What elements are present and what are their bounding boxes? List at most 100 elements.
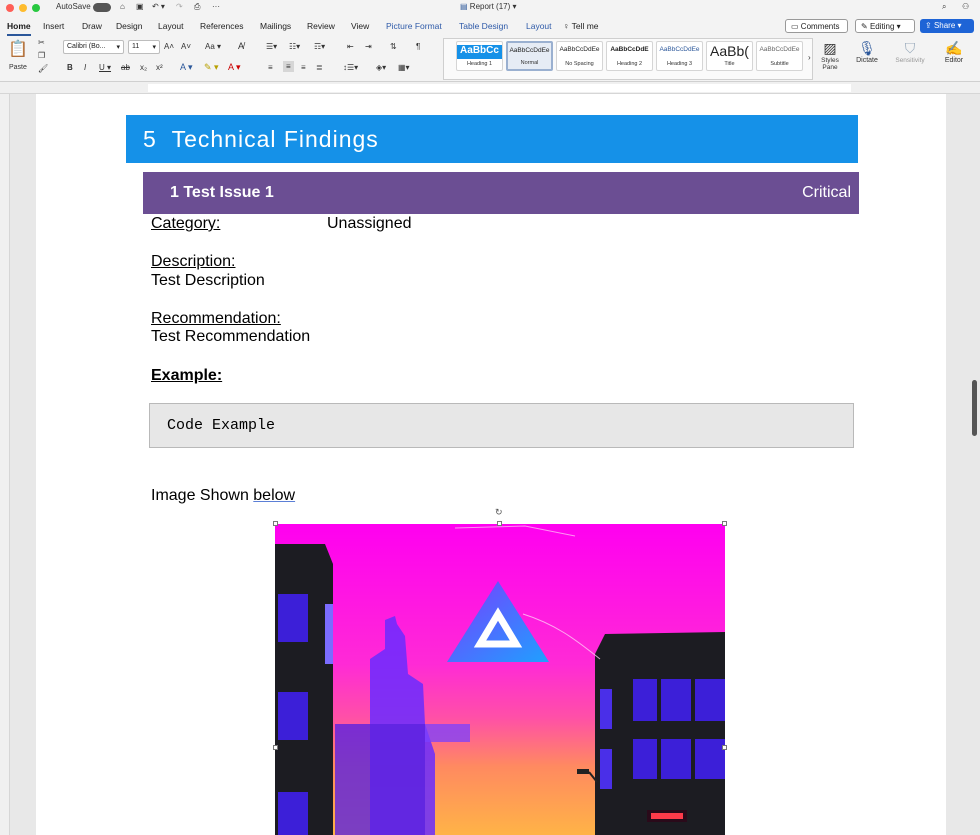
home-icon[interactable]: ⌂ [120,2,125,11]
more-icon[interactable]: ··· [212,2,220,11]
tab-picture-format[interactable]: Picture Format [386,21,442,31]
multilevel-list-icon[interactable]: ☶▾ [314,42,325,51]
print-icon[interactable]: ⎙ [194,2,200,12]
sort-icon[interactable]: ⇅ [390,42,397,51]
style-sample: AaBbCcDdEe [759,46,800,53]
share-button[interactable]: ⇪ Share ▾ [920,19,974,33]
numbering-icon[interactable]: ☷▾ [289,42,300,51]
font-color-icon[interactable]: A ▾ [228,62,241,73]
copy-icon[interactable]: ❐ [38,51,45,60]
show-marks-icon[interactable]: ¶ [416,42,420,51]
city-synthwave-illustration [275,524,725,835]
search-icon[interactable]: ⌕ [942,2,946,12]
style-heading-3[interactable]: AaBbCcDdEe Heading 3 [656,41,703,71]
tab-design[interactable]: Design [116,21,142,31]
tab-layout[interactable]: Layout [158,21,184,31]
change-case-icon[interactable]: Aa ▾ [205,42,221,51]
resize-handle[interactable] [722,745,727,750]
align-right-icon[interactable]: ≡ [301,63,306,72]
editing-mode-button[interactable]: ✎ Editing ▾ [855,19,915,33]
lightbulb-icon: ♀ [563,21,570,31]
embedded-image[interactable] [275,524,725,835]
bullets-icon[interactable]: ☰▾ [266,42,277,51]
comments-button[interactable]: ▭ Comments [785,19,848,33]
text-effects-icon[interactable]: A ▾ [180,62,193,73]
increase-indent-icon[interactable]: ⇥ [365,42,372,51]
decrease-indent-icon[interactable]: ⇤ [347,42,354,51]
tab-mailings[interactable]: Mailings [260,21,291,31]
undo-icon[interactable]: ↶ ▾ [152,2,165,11]
style-sample: AaBbCcDdEe [509,47,550,54]
category-label: Category: [151,215,221,232]
resize-handle[interactable] [273,745,278,750]
bold-icon[interactable]: B [67,63,73,72]
code-block[interactable]: Code Example [149,403,854,448]
tab-table-layout[interactable]: Layout [526,21,552,31]
align-left-icon[interactable]: ≡ [268,63,273,72]
section-heading[interactable]: 5 Technical Findings [126,115,858,163]
strikethrough-icon[interactable]: ab [121,63,130,72]
style-heading-2[interactable]: AaBbCcDdE Heading 2 [606,41,653,71]
subscript-icon[interactable]: x₂ [140,63,147,72]
align-center-icon[interactable]: ≡ [283,61,294,72]
style-title[interactable]: AaBb( Title [706,41,753,71]
highlight-icon[interactable]: ✎ ▾ [204,62,219,73]
underline-icon[interactable]: U ▾ [99,63,111,72]
sensitivity-button[interactable]: ⛉ Sensitivity [890,40,930,64]
document-title[interactable]: ▤ Report (17) ▾ [460,2,517,11]
autosave-toggle[interactable] [93,3,111,12]
save-icon[interactable]: ▣ [136,2,144,11]
tab-table-design[interactable]: Table Design [459,21,508,31]
shrink-font-icon[interactable]: A˅ [181,42,191,51]
dictate-label: Dictate [856,57,878,64]
tab-insert[interactable]: Insert [43,21,64,31]
resize-handle[interactable] [722,521,727,526]
font-name-select[interactable]: Calibri (Bo... ▾ [63,40,124,54]
style-heading-1[interactable]: AaBbCc Heading 1 [456,41,503,71]
italic-icon[interactable]: I [84,63,86,72]
zoom-window-button[interactable] [32,4,40,12]
sensitivity-label: Sensitivity [895,57,925,64]
tell-me-search[interactable]: ♀ Tell me [563,21,599,31]
vertical-ruler[interactable] [0,94,10,835]
rotate-handle-icon[interactable]: ↻ [495,507,503,518]
horizontal-ruler[interactable] [0,82,980,94]
font-size-select[interactable]: 11 ▾ [128,40,160,54]
tab-references[interactable]: References [200,21,243,31]
issue-heading[interactable]: 1 Test Issue 1 Critical [143,172,859,214]
close-window-button[interactable] [6,4,14,12]
style-subtitle[interactable]: AaBbCcDdEe Subtitle [756,41,803,71]
tab-view[interactable]: View [351,21,369,31]
dictate-button[interactable]: 🎙 Dictate [853,40,881,64]
resize-handle[interactable] [497,521,502,526]
borders-icon[interactable]: ▦▾ [398,63,410,72]
style-sample: AaBbCcDdEe [559,46,600,53]
justify-icon[interactable]: ≣ [316,63,323,72]
paste-icon[interactable]: 📋 [8,39,28,59]
editor-button[interactable]: ✍ Editor [940,40,968,64]
clear-formatting-icon[interactable]: A̸ [238,41,244,51]
format-painter-icon[interactable]: 🖌 [38,64,48,73]
shading-icon[interactable]: ◈▾ [376,63,386,72]
account-icon[interactable]: ⚇ [962,2,969,11]
tab-draw[interactable]: Draw [82,21,102,31]
style-normal[interactable]: AaBbCcDdEe Normal [506,41,553,71]
pencil-icon: ✎ [861,22,868,31]
superscript-icon[interactable]: x² [156,63,163,72]
share-icon: ⇪ [925,21,932,30]
tab-review[interactable]: Review [307,21,335,31]
issue-title: 1 Test Issue 1 [170,184,274,201]
cut-icon[interactable]: ✂ [38,38,45,47]
vertical-scrollbar[interactable] [972,380,977,436]
styles-pane-button[interactable]: ▨ Styles Pane [817,40,843,80]
minimize-window-button[interactable] [19,4,27,12]
grow-font-icon[interactable]: A˄ [164,42,174,51]
style-sample: AaBbCcDdEe [659,46,700,53]
paste-label[interactable]: Paste [9,64,27,71]
resize-handle[interactable] [273,521,278,526]
style-no-spacing[interactable]: AaBbCcDdEe No Spacing [556,41,603,71]
tab-home[interactable]: Home [7,21,31,36]
line-spacing-icon[interactable]: ↕☰▾ [343,63,358,72]
redo-icon[interactable]: ↷ [176,2,183,11]
gallery-more-icon[interactable]: › [808,53,811,62]
